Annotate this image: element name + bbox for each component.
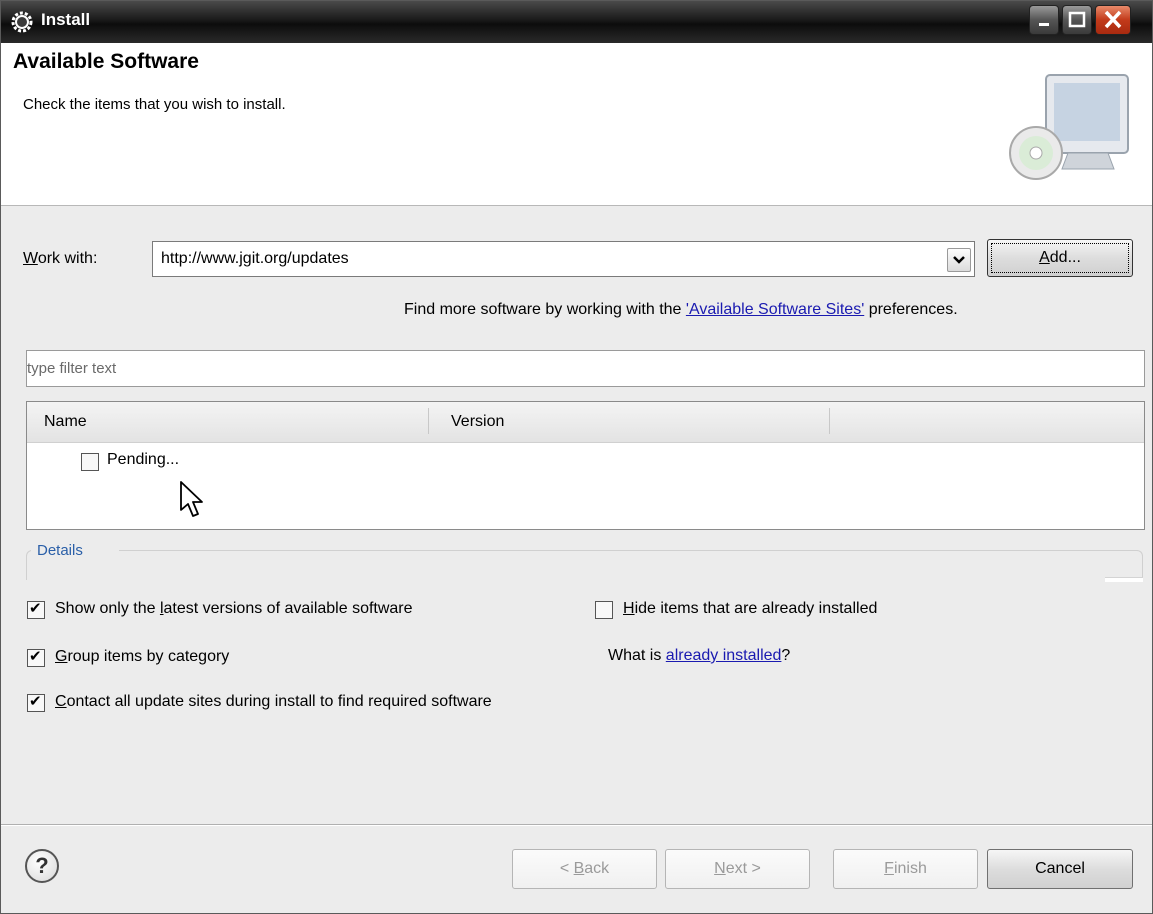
contact-sites-label: Contact all update sites during install … [55, 693, 492, 710]
work-with-value[interactable]: http://www.jgit.org/updates [161, 250, 349, 268]
group-by-category-label: Group items by category [55, 648, 230, 665]
pending-label: Pending... [107, 451, 180, 468]
pending-checkbox[interactable] [81, 453, 99, 471]
hide-installed-checkbox[interactable] [595, 601, 613, 619]
help-icon[interactable]: ? [25, 849, 59, 883]
finish-button[interactable]: Finish [833, 849, 978, 889]
chevron-down-icon [953, 256, 965, 264]
install-dialog: Install Available Software Check the ite… [0, 0, 1153, 914]
gear-icon [11, 11, 33, 33]
back-button[interactable]: < Back [512, 849, 657, 889]
computer-cd-icon [1009, 74, 1129, 180]
minimize-icon [1039, 23, 1049, 26]
table-header: Name Version [27, 402, 1144, 443]
details-sash[interactable] [1105, 577, 1143, 582]
minimize-button[interactable] [1029, 5, 1059, 35]
details-label: Details [37, 542, 83, 559]
work-with-label: Work with: [23, 250, 98, 267]
column-header-version[interactable]: Version [451, 413, 504, 431]
contact-sites-checkbox[interactable] [27, 692, 45, 712]
filter-input[interactable]: type filter text [26, 350, 1145, 387]
details-group [26, 550, 1143, 580]
available-sites-hint: Find more software by working with the '… [404, 301, 958, 318]
page-subtitle: Check the items that you wish to install… [23, 96, 286, 113]
page-title: Available Software [13, 50, 199, 73]
already-installed-text: What is already installed? [608, 647, 791, 664]
available-sites-link[interactable]: 'Available Software Sites' [686, 301, 864, 318]
cancel-button[interactable]: Cancel [987, 849, 1133, 889]
column-divider[interactable] [829, 408, 830, 434]
software-tree[interactable]: Name Version Pending... [26, 401, 1145, 530]
maximize-icon [1068, 11, 1086, 28]
column-divider[interactable] [428, 408, 429, 434]
close-icon [1104, 10, 1122, 29]
show-latest-checkbox[interactable] [27, 599, 45, 619]
window-title: Install [41, 10, 91, 29]
show-latest-label: Show only the latest versions of availab… [55, 600, 413, 617]
close-button[interactable] [1095, 5, 1131, 35]
maximize-button[interactable] [1062, 5, 1092, 35]
work-with-combo[interactable]: http://www.jgit.org/updates [152, 241, 975, 277]
column-header-name[interactable]: Name [44, 413, 87, 431]
combo-dropdown-button[interactable] [947, 248, 971, 272]
footer-separator [1, 824, 1152, 826]
group-by-category-checkbox[interactable] [27, 647, 45, 667]
filter-placeholder: type filter text [27, 360, 117, 377]
add-button[interactable]: Add... [987, 239, 1133, 277]
title-bar[interactable]: Install [1, 1, 1152, 43]
next-button[interactable]: Next > [665, 849, 810, 889]
hide-installed-label: Hide items that are already installed [623, 600, 878, 617]
mouse-cursor-icon [180, 481, 203, 517]
already-installed-link[interactable]: already installed [666, 647, 782, 664]
